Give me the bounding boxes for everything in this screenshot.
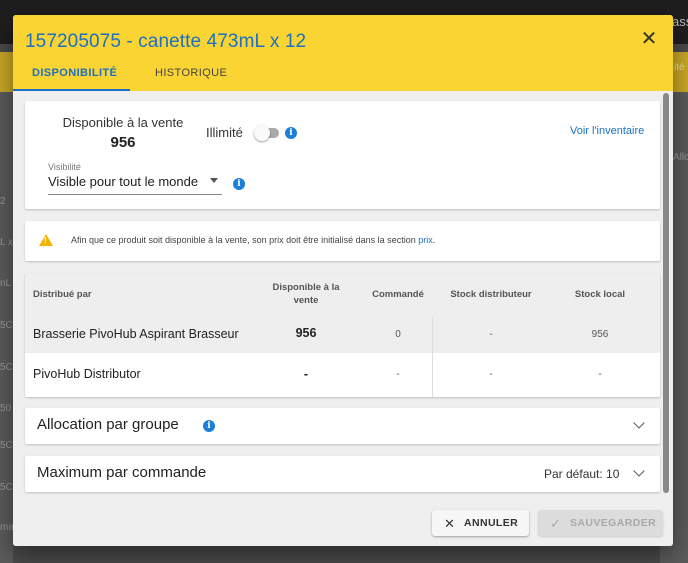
toggle-knob [254,125,270,141]
max-per-order-title: Maximum par commande [37,464,207,481]
cell-local-stock: - [598,369,602,380]
save-label: SAUVEGARDER [570,517,657,529]
info-icon[interactable]: i [285,127,297,139]
info-icon[interactable]: i [203,420,215,432]
allocation-accordion[interactable]: Allocation par groupe i [25,408,660,444]
background-text: Allo [673,152,688,163]
unlimited-toggle[interactable] [254,125,279,141]
background-text: 5C [0,362,13,373]
visibility-value: Visible pour tout le monde [48,174,199,189]
available-label: Disponible à la vente [62,115,184,130]
visibility-label: Visibilité [48,162,81,172]
column-divider [432,317,433,397]
background-text: L x [0,237,13,248]
visibility-select[interactable]: Visible pour tout le monde [48,174,222,195]
close-icon: ✕ [444,516,456,531]
allocation-title: Allocation par groupe [37,416,179,433]
scrollbar-thumb[interactable] [663,93,669,493]
background-text: 5C [0,482,13,493]
column-header: Stock distributeur [450,289,532,300]
table-row: Brasserie PivoHub Aspirant Brasseur 956 … [25,313,660,353]
background-text: ma [0,522,14,533]
close-icon[interactable]: ✕ [637,27,661,51]
cell-ordered: - [396,369,400,380]
availability-card: Disponible à la vente 956 Illimité i Voi… [25,101,660,209]
background-text: 50 [0,403,12,414]
warning-icon: ! [39,234,53,246]
distributor-name: PivoHub Distributor [33,367,141,381]
check-icon: ✓ [550,516,562,531]
background-text: ité [674,62,685,73]
max-per-order-accordion[interactable]: Maximum par commande Par défaut: 10 [25,456,660,492]
save-button[interactable]: ✓ SAUVEGARDER [538,510,663,536]
dialog-header: 157205075 - canette 473mL x 12 ✕ DISPONI… [13,15,673,91]
chevron-down-icon [633,465,645,477]
available-value: 956 [110,134,136,151]
warning-end: . [432,235,436,245]
warning-message: Afin que ce produit soit disponible à la… [71,235,416,245]
column-header: Disponible à la vente [272,282,340,306]
tab-historique[interactable]: HISTORIQUE [155,67,227,79]
tab-disponibilite[interactable]: DISPONIBILITÉ [32,67,117,79]
cancel-button[interactable]: ✕ ANNULER [432,510,529,536]
cell-available: - [303,367,309,381]
cell-available: 956 [295,326,317,340]
price-warning-card: ! Afin que ce produit soit disponible à … [25,221,660,261]
view-inventory-link[interactable]: Voir l'inventaire [570,125,644,137]
background-text: 2 [0,196,6,207]
distributor-table: Distribué par Disponible à la vente Comm… [25,273,660,397]
background-text: 5C [0,320,13,331]
cell-dist-stock: - [489,369,493,380]
dialog-footer: ✕ ANNULER ✓ SAUVEGARDER [13,495,673,546]
dropdown-arrow-icon [210,178,218,183]
table-row: PivoHub Distributor - - - - [25,355,660,395]
background-text: 5C [0,440,13,451]
product-dialog: 157205075 - canette 473mL x 12 ✕ DISPONI… [13,15,673,546]
column-header: Stock local [574,289,626,300]
column-header: Distribué par [33,289,92,300]
background-text: ass [672,14,688,29]
cell-ordered: 0 [395,329,401,340]
cell-local-stock: 956 [591,329,609,340]
dialog-title: 157205075 - canette 473mL x 12 [25,31,307,52]
distributor-name: Brasserie PivoHub Aspirant Brasseur [33,327,239,341]
price-link[interactable]: prix [418,235,433,245]
chevron-down-icon [633,417,645,429]
dialog-content: Disponible à la vente 956 Illimité i Voi… [13,91,673,495]
column-header: Commandé [372,289,424,300]
info-icon[interactable]: i [233,178,245,190]
table-header: Distribué par Disponible à la vente Comm… [25,273,660,317]
warning-text: Afin que ce produit soit disponible à la… [71,235,435,245]
cell-dist-stock: - [489,329,493,340]
unlimited-label: Illimité [206,125,243,140]
max-default-value: Par défaut: 10 [544,467,620,481]
cancel-label: ANNULER [464,517,519,529]
